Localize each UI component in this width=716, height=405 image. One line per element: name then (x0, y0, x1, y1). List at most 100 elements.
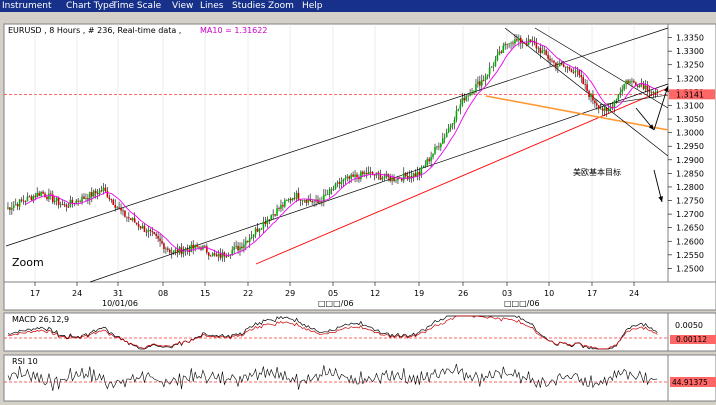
candle-body (130, 218, 132, 221)
candle-body (57, 197, 60, 205)
candle-body (348, 176, 350, 179)
candle-body (328, 189, 331, 195)
candle-body (344, 178, 347, 180)
candle-body (504, 43, 506, 46)
candle-body (516, 39, 518, 41)
y-tick-label: 1.2950 (676, 142, 704, 151)
candle-body (213, 253, 216, 255)
candle-body (186, 248, 189, 250)
candle-body (159, 238, 161, 242)
menu-item-help[interactable]: Help (302, 0, 323, 12)
candle-body (362, 171, 364, 175)
candle-body (557, 66, 559, 68)
candle-body (584, 84, 586, 85)
candle-body (486, 74, 489, 77)
candle-body (596, 103, 598, 106)
candle-body (570, 69, 573, 73)
candle-body (455, 110, 458, 120)
candle-body (176, 249, 179, 253)
candle-body (34, 196, 37, 198)
x-tick-label: 17 (30, 289, 40, 298)
candle-body (502, 45, 505, 53)
candle-body (26, 196, 29, 202)
x-tick-label: 26 (458, 289, 468, 298)
candle-body (217, 253, 220, 257)
candle-body (443, 137, 446, 139)
candle-body (91, 192, 93, 197)
candle-body (262, 221, 265, 229)
macd-tick: 0.0050 (675, 321, 703, 330)
candle-body (615, 99, 618, 101)
menu-item-zoom[interactable]: Zoom (268, 0, 294, 12)
candle-body (562, 64, 565, 67)
rsi-panel (3, 354, 669, 402)
candle-body (208, 252, 210, 256)
menu-item-chart-type[interactable]: Chart Type (66, 0, 114, 12)
candle-body (623, 84, 625, 90)
annotation-text: 美欧基本目标 (573, 167, 621, 177)
candle-body (340, 181, 343, 184)
candle-body (477, 81, 479, 85)
y-tick-label: 1.2500 (676, 264, 704, 273)
menu-item-instrument[interactable]: Instrument (2, 0, 52, 12)
candle-body (342, 179, 345, 182)
candle-body (465, 96, 467, 101)
candle-body (270, 215, 272, 220)
y-tick-label: 1.2850 (676, 169, 704, 178)
candle-body (492, 65, 495, 67)
menu-item-view[interactable]: View (172, 0, 193, 12)
candle-body (601, 108, 604, 111)
x-month-label: 10/01/06 (102, 299, 138, 308)
candle-body (11, 207, 13, 210)
zoom-label: Zoom (12, 256, 44, 269)
candle-body (521, 42, 524, 44)
candle-body (194, 244, 196, 249)
candle-body (631, 80, 633, 82)
candle-body (625, 80, 627, 85)
macd-label: MACD 26,12,9 (12, 315, 69, 324)
candle-body (243, 244, 245, 249)
candle-body (239, 246, 241, 251)
candle-body (496, 54, 499, 60)
x-tick-label: 03 (502, 289, 512, 298)
candle-body (418, 171, 421, 175)
candle-body (391, 177, 393, 182)
rsi-readout: 44.91375 (672, 378, 708, 387)
candle-body (617, 94, 620, 100)
candle-body (582, 77, 584, 85)
candle-body (547, 54, 549, 59)
candle-body (163, 243, 165, 250)
candle-body (106, 190, 109, 198)
candle-body (592, 94, 594, 101)
candle-body (307, 199, 310, 203)
candle-body (422, 166, 425, 168)
candle-body (490, 66, 493, 68)
y-tick-label: 1.3250 (676, 61, 704, 70)
candle-body (336, 182, 339, 184)
x-tick-label: 05 (328, 289, 338, 298)
candle-body (92, 190, 95, 197)
candle-body (206, 246, 208, 253)
candle-body (403, 172, 405, 181)
candle-body (295, 192, 298, 199)
menu-item-lines[interactable]: Lines (200, 0, 223, 12)
x-tick-label: 24 (629, 289, 639, 298)
menu-item-studies[interactable]: Studies (232, 0, 265, 12)
candle-body (654, 91, 657, 93)
candle-body (155, 233, 157, 237)
candle-body (135, 222, 138, 225)
candle-body (114, 205, 116, 208)
candle-body (514, 39, 516, 44)
candle-body (83, 196, 85, 199)
candle-body (369, 171, 372, 173)
menu-item-time-scale[interactable]: Time Scale (112, 0, 161, 12)
candle-body (198, 246, 200, 248)
candle-body (482, 79, 485, 81)
candle-body (416, 171, 419, 177)
candle-body (85, 198, 87, 199)
candle-body (120, 207, 122, 211)
candle-body (89, 192, 91, 200)
candle-body (20, 199, 23, 201)
candle-body (523, 42, 526, 44)
y-tick-label: 1.3300 (676, 47, 704, 56)
